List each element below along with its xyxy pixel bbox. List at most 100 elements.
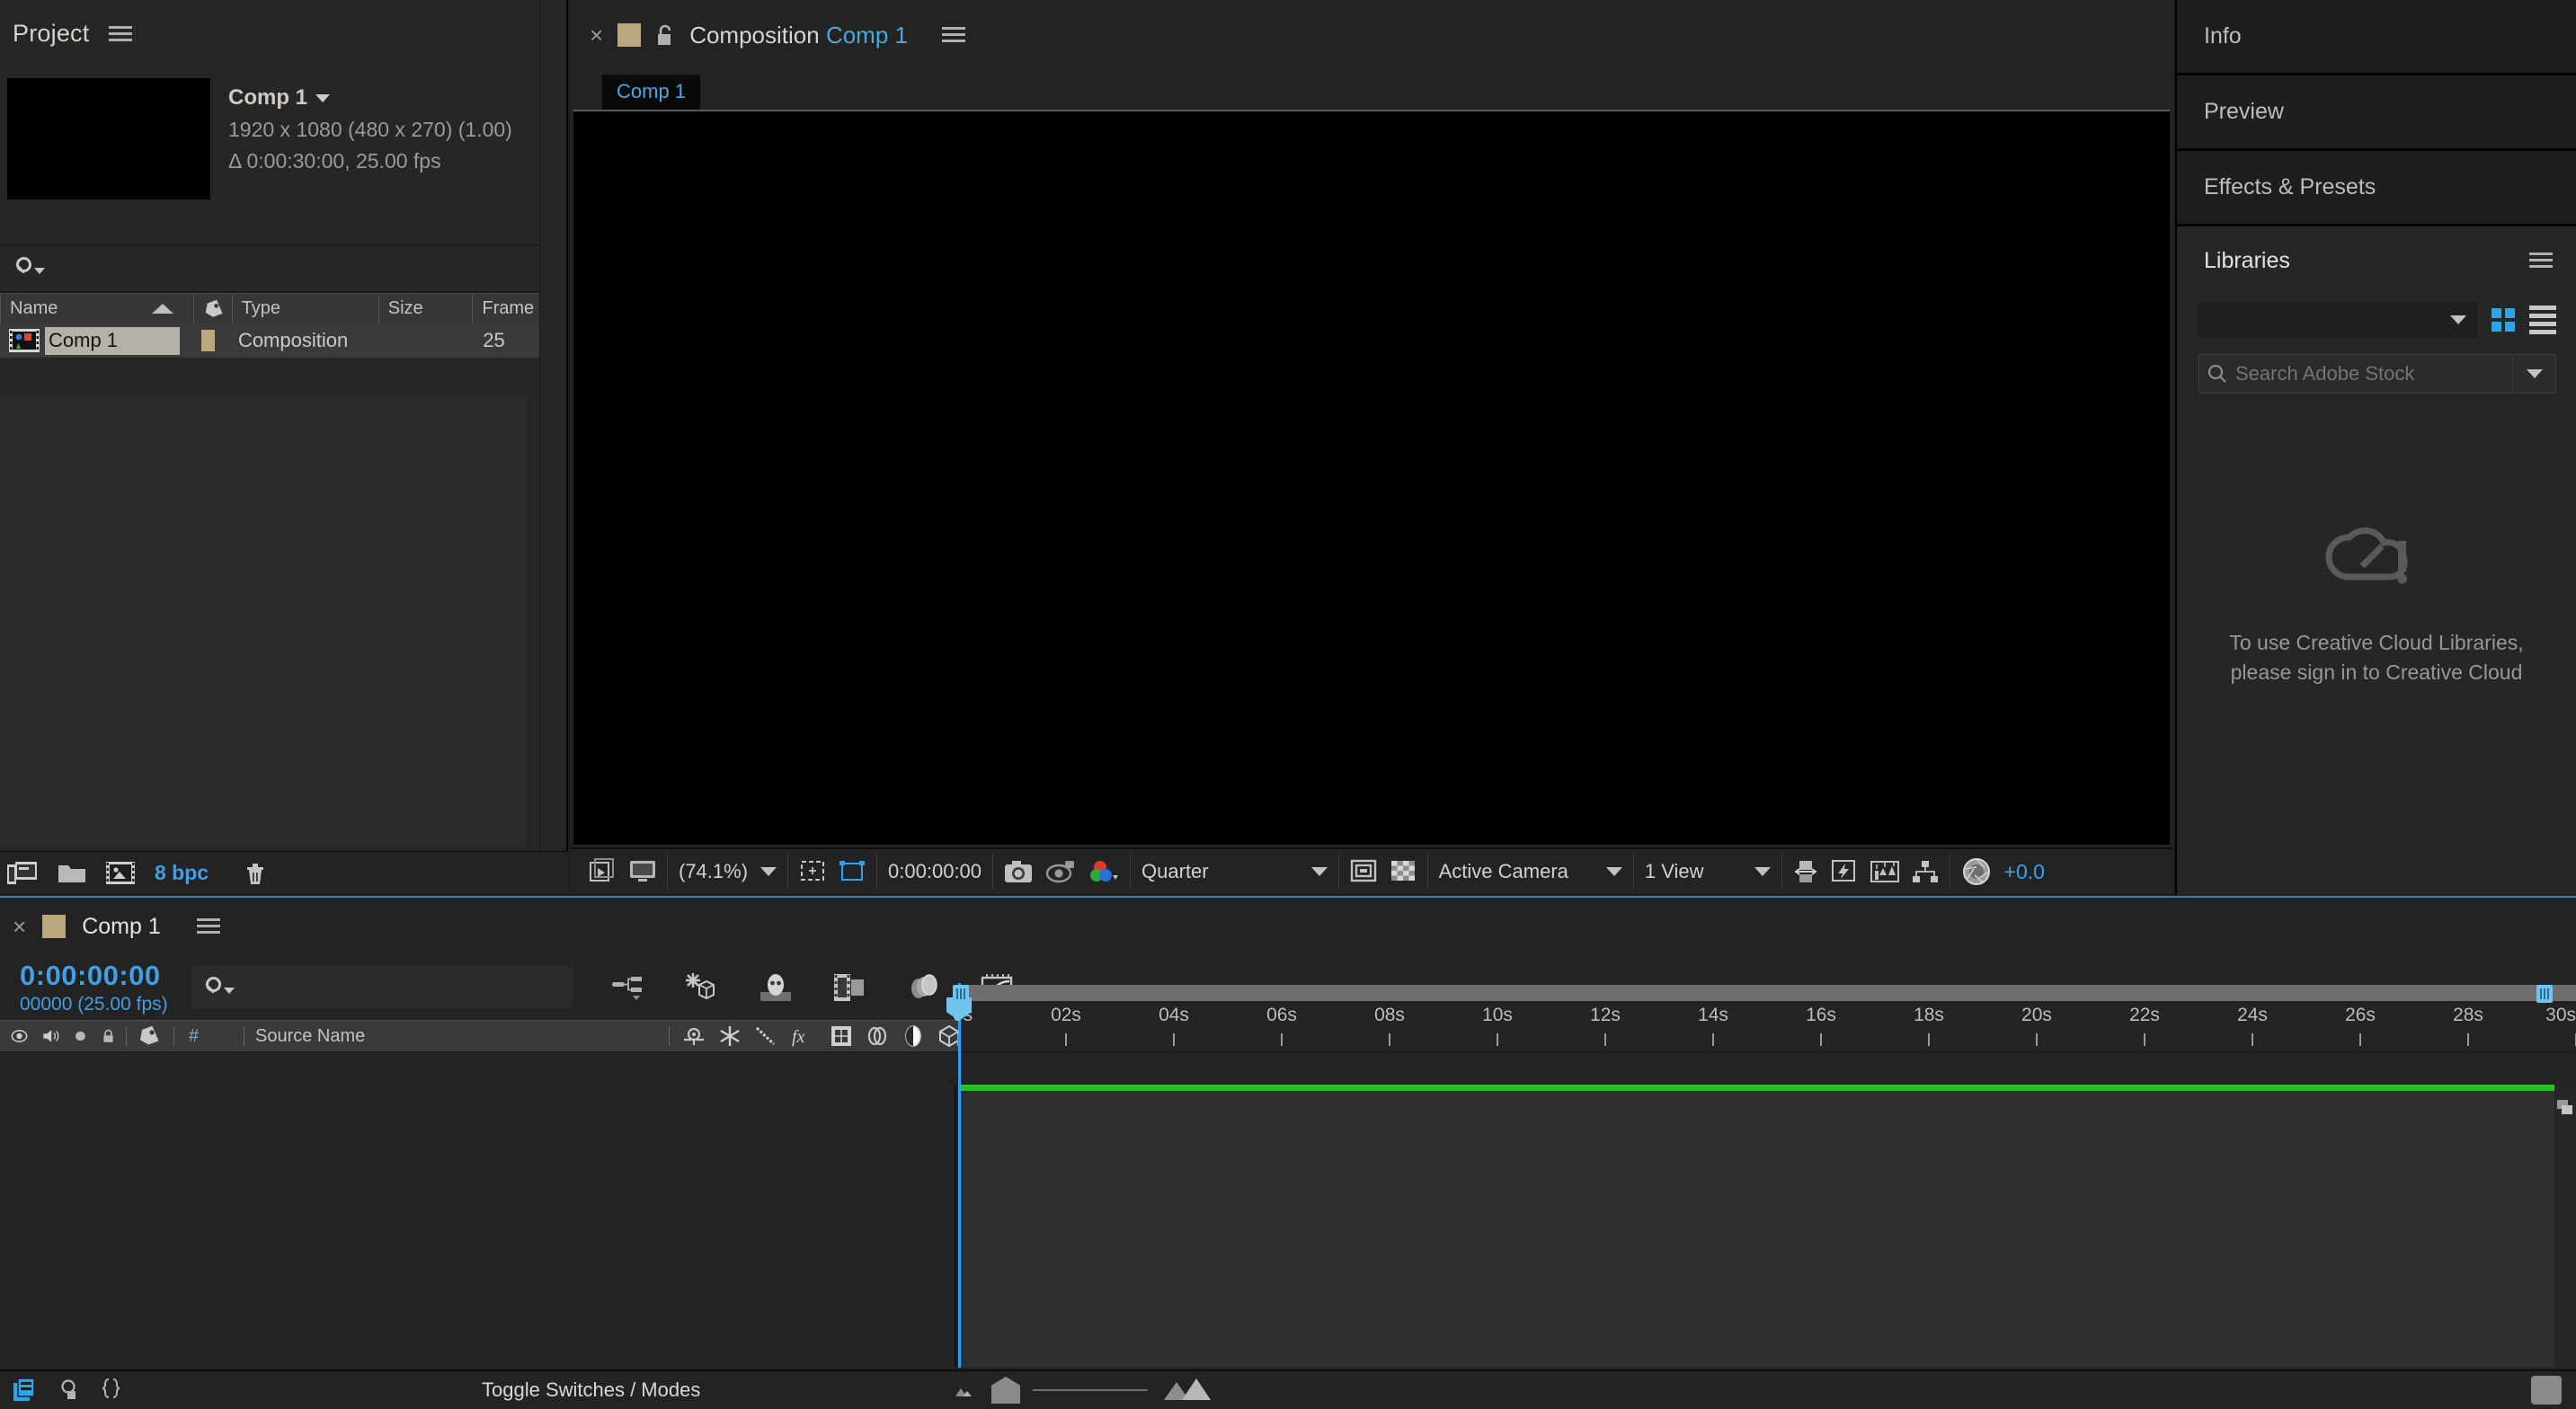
new-composition-icon[interactable]: [7, 861, 38, 886]
composition-viewer-stage[interactable]: [573, 110, 2170, 845]
composition-flowchart-icon[interactable]: [1912, 859, 1939, 884]
resolution-dropdown-icon[interactable]: [1311, 867, 1328, 876]
library-select[interactable]: [2198, 302, 2477, 338]
column-header-size[interactable]: Size: [378, 294, 473, 323]
expression-braces-icon[interactable]: [101, 1378, 120, 1403]
chevron-down-icon[interactable]: [315, 94, 330, 102]
search-icon[interactable]: [14, 256, 45, 279]
libraries-panel-menu-icon[interactable]: [2529, 253, 2553, 269]
tab-comp-1[interactable]: Comp 1: [602, 75, 700, 110]
frame-blending-icon[interactable]: [830, 1024, 853, 1048]
enable-frame-blending-icon[interactable]: [832, 972, 866, 1003]
motion-blur-icon[interactable]: [866, 1024, 889, 1048]
work-area-end-marker[interactable]: [2536, 985, 2553, 1003]
timeline-track-canvas[interactable]: [958, 1085, 2554, 1368]
toggle-switches-modes-icon[interactable]: [13, 1378, 38, 1403]
video-visibility-icon[interactable]: [11, 1025, 28, 1047]
zoom-level-value[interactable]: (74.1%): [679, 860, 748, 883]
resolution-value[interactable]: Quarter: [1141, 860, 1209, 883]
main-viewer-icon[interactable]: [629, 859, 656, 884]
timeline-zoom-slider[interactable]: [948, 1377, 1214, 1404]
view-layout-dropdown-icon[interactable]: [1754, 867, 1771, 876]
tag-icon[interactable]: [138, 1025, 159, 1047]
pixel-aspect-correction-icon[interactable]: [1793, 858, 1818, 885]
sort-ascending-icon[interactable]: [152, 304, 173, 314]
column-header-name[interactable]: Name: [0, 294, 193, 323]
source-name-header[interactable]: Source Name: [244, 1021, 658, 1051]
timeline-track-area[interactable]: [958, 1085, 2576, 1368]
work-area-start-marker[interactable]: [953, 985, 969, 1003]
collapse-transformations-icon[interactable]: [718, 1025, 742, 1047]
zoom-out-mountains-icon[interactable]: [948, 1380, 979, 1400]
project-search-row[interactable]: [0, 246, 566, 289]
timeline-panel-menu-icon[interactable]: [197, 918, 220, 935]
view-layout-value[interactable]: 1 View: [1645, 860, 1704, 883]
shy-layer-icon[interactable]: [682, 1025, 706, 1047]
search-filter-chevron-icon[interactable]: [2512, 355, 2555, 393]
timeline-layer-list[interactable]: [0, 1085, 956, 1368]
new-footage-icon[interactable]: [106, 861, 135, 886]
panel-preview[interactable]: Preview: [2177, 75, 2576, 151]
region-of-interest-icon[interactable]: [839, 858, 866, 885]
camera-dropdown-icon[interactable]: [1606, 867, 1622, 876]
fast-previews-icon[interactable]: [1831, 858, 1858, 885]
search-input[interactable]: [2235, 362, 2512, 385]
timeline-playhead[interactable]: [958, 983, 961, 1368]
panel-effects-presets[interactable]: Effects & Presets: [2177, 151, 2576, 226]
list-view-icon[interactable]: [2529, 306, 2556, 334]
active-camera-value[interactable]: Active Camera: [1439, 860, 1568, 883]
comp-nav-icon[interactable]: [2556, 1097, 2574, 1117]
take-snapshot-icon[interactable]: [1004, 859, 1033, 884]
zoom-in-mountains-icon[interactable]: [1160, 1377, 1214, 1404]
grid-guides-icon[interactable]: [799, 858, 826, 885]
always-preview-icon[interactable]: [590, 858, 617, 885]
zoom-dropdown-icon[interactable]: [760, 867, 777, 876]
tab-project[interactable]: Project: [13, 20, 89, 48]
timeline-panel-icon[interactable]: [1870, 859, 1899, 884]
adobe-stock-search[interactable]: [2198, 354, 2556, 394]
panel-info[interactable]: Info: [2177, 0, 2576, 75]
grid-view-icon[interactable]: [2492, 308, 2515, 332]
composition-mini-flowchart-icon[interactable]: [611, 973, 644, 1002]
column-header-label-tag[interactable]: [193, 294, 232, 323]
lock-icon[interactable]: [102, 1025, 115, 1047]
timeline-search-field[interactable]: [191, 966, 573, 1009]
audio-icon[interactable]: [42, 1025, 59, 1047]
enable-motion-blur-icon[interactable]: [906, 972, 940, 1003]
show-snapshot-icon[interactable]: [1045, 859, 1076, 884]
close-icon[interactable]: ×: [13, 915, 26, 938]
hide-shy-layers-footer-icon[interactable]: [58, 1378, 81, 1402]
library-select-chevron-icon[interactable]: [2450, 315, 2466, 324]
exposure-icon[interactable]: [1961, 856, 1992, 887]
timeline-work-area-bar[interactable]: [958, 985, 2576, 1003]
composition-panel-menu-icon[interactable]: [942, 27, 965, 43]
current-timecode[interactable]: 0:00:00:00: [888, 860, 982, 883]
timeline-ruler[interactable]: 0s02s04s06s08s10s12s14s16s18s20s22s24s26…: [958, 1001, 2576, 1051]
search-icon[interactable]: [204, 976, 235, 999]
close-icon[interactable]: ×: [590, 23, 603, 47]
timeline-current-time[interactable]: 0:00:00:00 00000 (25.00 fps): [20, 960, 168, 1015]
table-row[interactable]: Comp 1 Composition 25: [0, 323, 566, 358]
solo-icon[interactable]: [74, 1026, 87, 1046]
column-header-type[interactable]: Type: [232, 294, 378, 323]
exposure-value[interactable]: +0.0: [2004, 860, 2045, 884]
quality-icon[interactable]: [754, 1025, 777, 1047]
zoom-slider-track[interactable]: [1033, 1389, 1148, 1391]
hide-shy-layers-icon[interactable]: [759, 972, 793, 1003]
timeline-timecode[interactable]: 0:00:00:00: [20, 960, 168, 992]
lock-icon[interactable]: [655, 23, 675, 47]
color-depth-button[interactable]: 8 bpc: [155, 861, 209, 885]
timeline-horizontal-scrollbar[interactable]: [2531, 1376, 2562, 1405]
toggle-switches-modes-label[interactable]: Toggle Switches / Modes: [482, 1378, 700, 1402]
draft-3d-icon[interactable]: [683, 972, 719, 1003]
adjustment-layer-icon[interactable]: [902, 1024, 925, 1048]
transparency-grid-icon[interactable]: [1390, 858, 1417, 885]
row-name-comp-1[interactable]: Comp 1: [45, 327, 180, 355]
project-panel-menu-icon[interactable]: [109, 26, 132, 42]
effects-icon[interactable]: fx: [790, 1024, 817, 1048]
new-folder-icon[interactable]: [58, 862, 86, 885]
zoom-slider-knob[interactable]: [991, 1377, 1020, 1404]
toggle-mask-icon[interactable]: [1350, 858, 1377, 885]
channels-icon[interactable]: [1088, 859, 1119, 884]
delete-icon[interactable]: [243, 861, 268, 886]
